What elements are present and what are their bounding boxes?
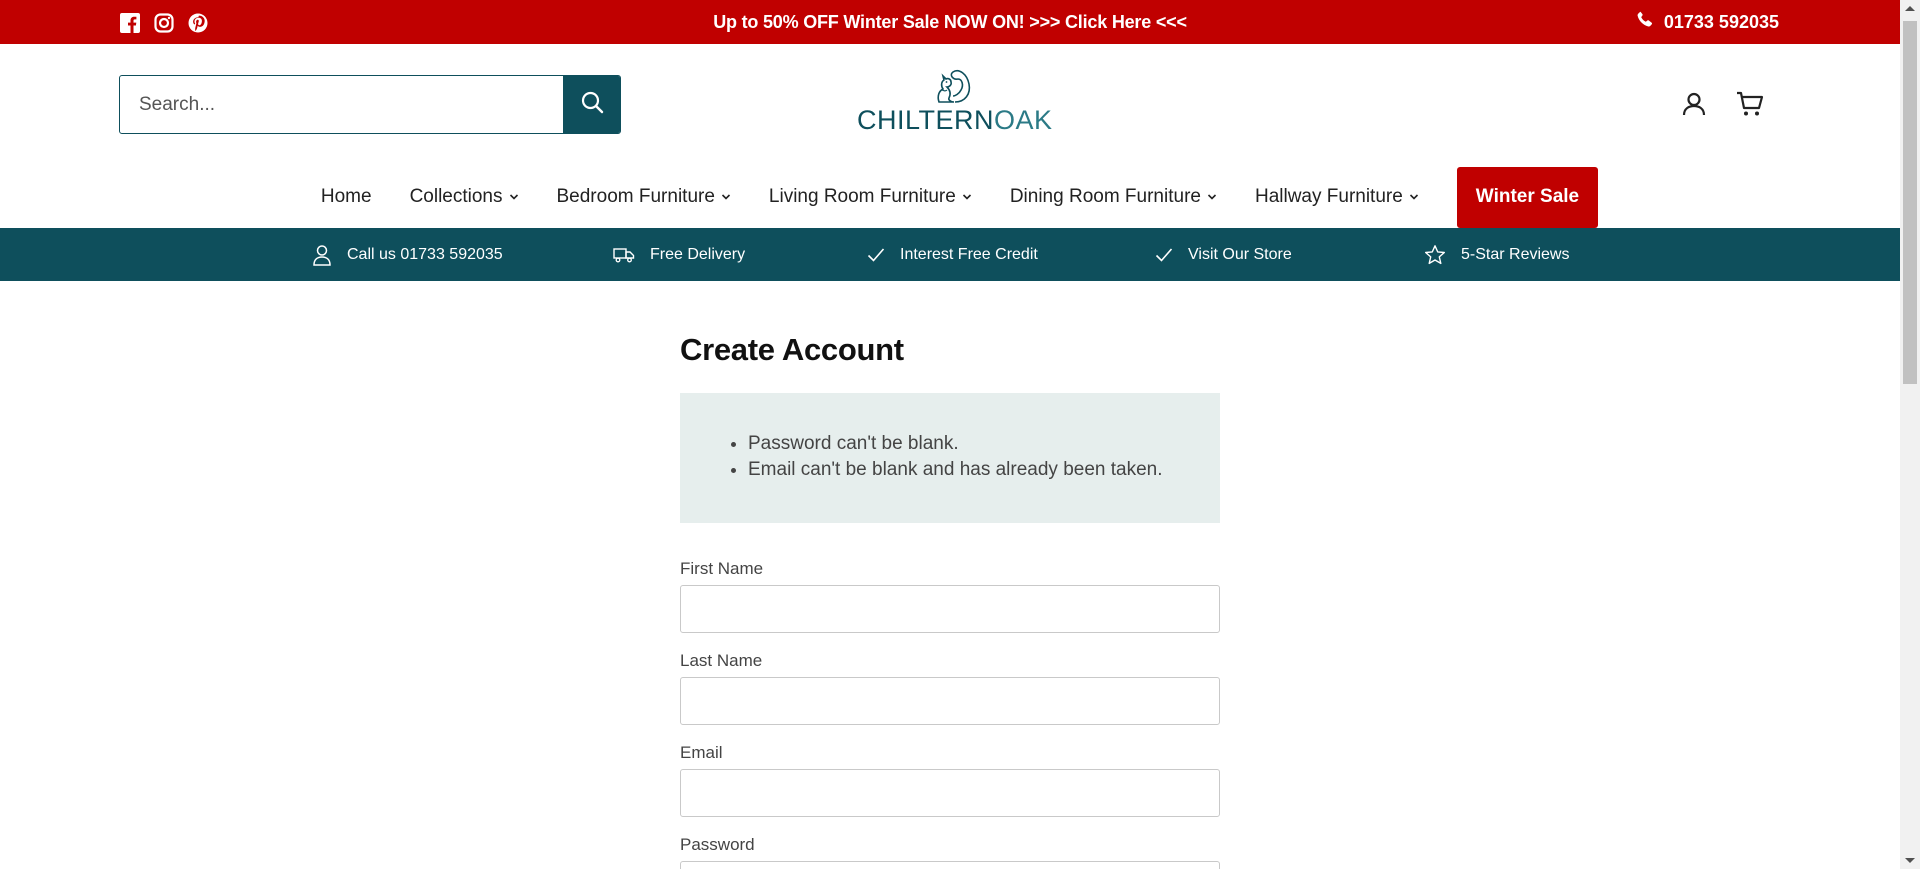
logo-text-primary: CHILTERN: [857, 105, 995, 135]
nav-item-winter-sale[interactable]: Winter Sale: [1456, 166, 1599, 228]
nav-label: Dining Room Furniture: [1009, 186, 1201, 207]
first-name-group: First Name: [680, 559, 1220, 633]
squirrel-logo-icon: [857, 66, 1043, 104]
nav-label: Living Room Furniture: [768, 186, 956, 207]
error-item: Password can't be blank.: [748, 431, 1180, 457]
announcement-bar: Up to 50% OFF Winter Sale NOW ON! >>> Cl…: [0, 0, 1900, 44]
page-scrollbar[interactable]: [1900, 0, 1920, 869]
chevron-down-icon: [721, 194, 730, 200]
usp-reviews: 5-Star Reviews: [1424, 228, 1569, 281]
phone-number: 01733 592035: [1663, 12, 1779, 32]
error-item: Email can't be blank and has already bee…: [748, 457, 1180, 483]
main-content: Create Account Password can't be blank. …: [680, 281, 1220, 869]
create-account-form: First Name Last Name Email Password: [680, 559, 1220, 869]
last-name-field[interactable]: [680, 677, 1220, 725]
scrollbar-thumb[interactable]: [1903, 21, 1917, 384]
password-field[interactable]: [680, 861, 1220, 869]
logo-wordmark: CHILTERNOAK: [857, 105, 1052, 135]
search-form: [119, 75, 621, 134]
site-header: CHILTERNOAK Home Collections Bedroom Fur…: [0, 44, 1900, 228]
first-name-label: First Name: [680, 559, 764, 578]
page-title: Create Account: [680, 332, 904, 367]
check-icon: [1155, 247, 1173, 262]
error-list: Password can't be blank. Email can't be …: [748, 431, 1180, 483]
scroll-up-icon[interactable]: [1905, 6, 1915, 11]
usp-credit: Interest Free Credit: [867, 228, 1038, 281]
nav-label: Hallway Furniture: [1254, 186, 1403, 207]
star-icon: [1425, 244, 1445, 264]
scroll-down-icon[interactable]: [1905, 858, 1915, 863]
chevron-down-icon: [1207, 194, 1217, 200]
logo[interactable]: CHILTERNOAK: [857, 66, 1052, 135]
error-messages: Password can't be blank. Email can't be …: [680, 393, 1220, 523]
usp-label: Visit Our Store: [1188, 245, 1292, 263]
chevron-down-icon: [509, 194, 518, 200]
main-nav: Home Collections Bedroom Furniture Livin…: [0, 166, 1900, 228]
nav-item-living-room-furniture[interactable]: Living Room Furniture: [750, 167, 991, 227]
email-group: Email: [680, 743, 1220, 817]
phone-icon: [1636, 0, 1654, 44]
nav-item-dining-room-furniture[interactable]: Dining Room Furniture: [991, 167, 1236, 227]
password-group: Password: [680, 835, 1220, 869]
usp-label: Free Delivery: [650, 245, 746, 263]
last-name-label: Last Name: [680, 651, 763, 670]
usp-delivery: Free Delivery: [613, 228, 745, 281]
first-name-field[interactable]: [680, 585, 1220, 633]
last-name-group: Last Name: [680, 651, 1220, 725]
nav-item-collections[interactable]: Collections: [391, 167, 538, 227]
logo-text-secondary: OAK: [994, 105, 1053, 135]
chevron-down-icon: [1409, 194, 1418, 200]
nav-label: Collections: [409, 186, 503, 207]
email-label: Email: [680, 743, 723, 762]
check-icon: [867, 247, 885, 262]
usp-label: Interest Free Credit: [900, 245, 1038, 263]
password-label: Password: [680, 835, 755, 854]
nav-item-home[interactable]: Home: [302, 167, 391, 227]
user-icon: [313, 244, 331, 266]
nav-item-hallway-furniture[interactable]: Hallway Furniture: [1236, 167, 1438, 227]
nav-label: Bedroom Furniture: [556, 186, 715, 207]
cart-icon[interactable]: [1736, 90, 1764, 118]
usp-call: Call us 01733 592035: [312, 228, 503, 281]
truck-icon: [613, 247, 635, 262]
header-actions: [1680, 90, 1764, 118]
phone-link[interactable]: 01733 592035: [1636, 0, 1779, 44]
usp-label: Call us 01733 592035: [347, 245, 503, 263]
promo-link[interactable]: Up to 50% OFF Winter Sale NOW ON! >>> Cl…: [0, 0, 1900, 44]
nav-item-bedroom-furniture[interactable]: Bedroom Furniture: [538, 167, 750, 227]
nav-label: Home: [320, 186, 372, 207]
search-input[interactable]: [120, 76, 563, 133]
usp-label: 5-Star Reviews: [1461, 245, 1570, 263]
email-field[interactable]: [680, 769, 1220, 817]
search-icon: [580, 90, 604, 119]
account-icon[interactable]: [1680, 90, 1708, 118]
usp-store: Visit Our Store: [1155, 228, 1292, 281]
search-button[interactable]: [563, 76, 620, 133]
chevron-down-icon: [962, 194, 971, 200]
usp-bar: Call us 01733 592035 Free Delivery Inter…: [0, 228, 1900, 281]
